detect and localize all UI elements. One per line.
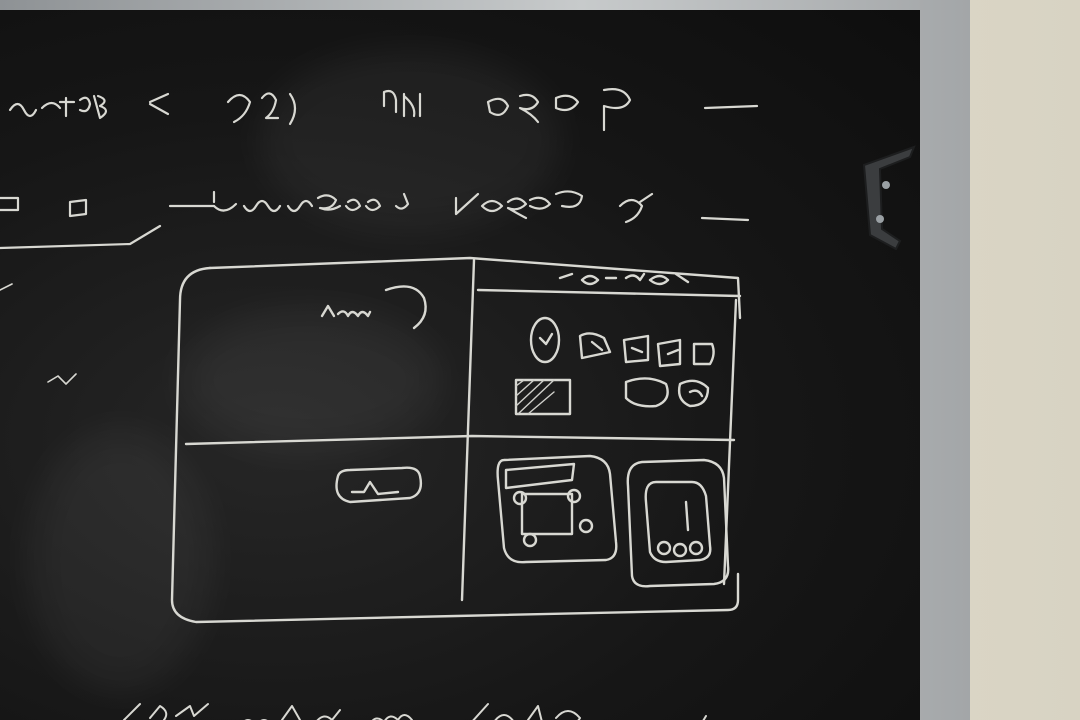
handwriting-line-3 <box>123 703 707 720</box>
photo-scene <box>0 0 1080 720</box>
chalkboard <box>0 10 920 720</box>
chalk-drawing <box>0 88 759 720</box>
board-clip-icon <box>862 145 916 250</box>
wireframe-sketch <box>170 256 742 624</box>
handwriting-line-2 <box>0 190 750 250</box>
handwriting-line-1 <box>8 88 759 132</box>
